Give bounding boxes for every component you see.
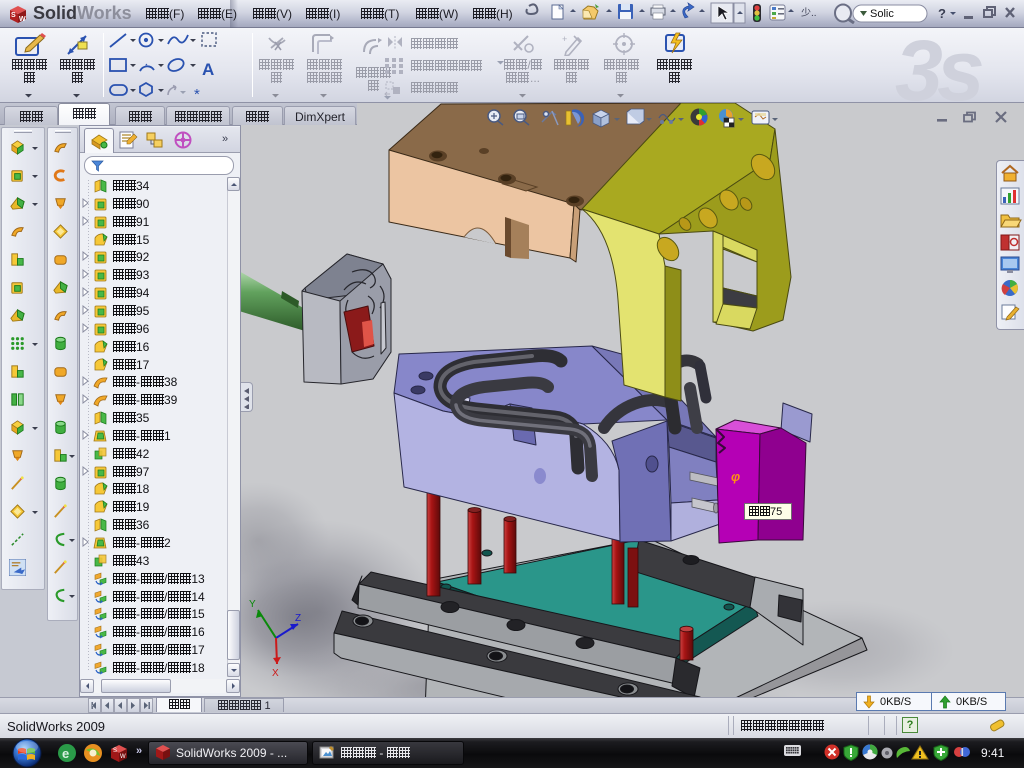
- svg-text:Y: Y: [249, 599, 256, 610]
- svg-text:Solic: Solic: [870, 8, 894, 20]
- svg-text:e: e: [62, 746, 69, 761]
- svg-text:»: »: [136, 745, 142, 757]
- svg-text:W: W: [19, 16, 26, 23]
- svg-text:+: +: [562, 34, 567, 44]
- svg-text:A: A: [202, 60, 214, 79]
- svg-text:*: *: [194, 86, 200, 101]
- svg-text:Z: Z: [295, 613, 301, 624]
- svg-text:S: S: [113, 748, 117, 754]
- svg-text:S: S: [11, 12, 16, 19]
- svg-text:X: X: [272, 668, 279, 679]
- svg-text:W: W: [120, 754, 126, 760]
- svg-text:φ: φ: [731, 469, 740, 484]
- svg-text:少..: 少..: [801, 7, 817, 19]
